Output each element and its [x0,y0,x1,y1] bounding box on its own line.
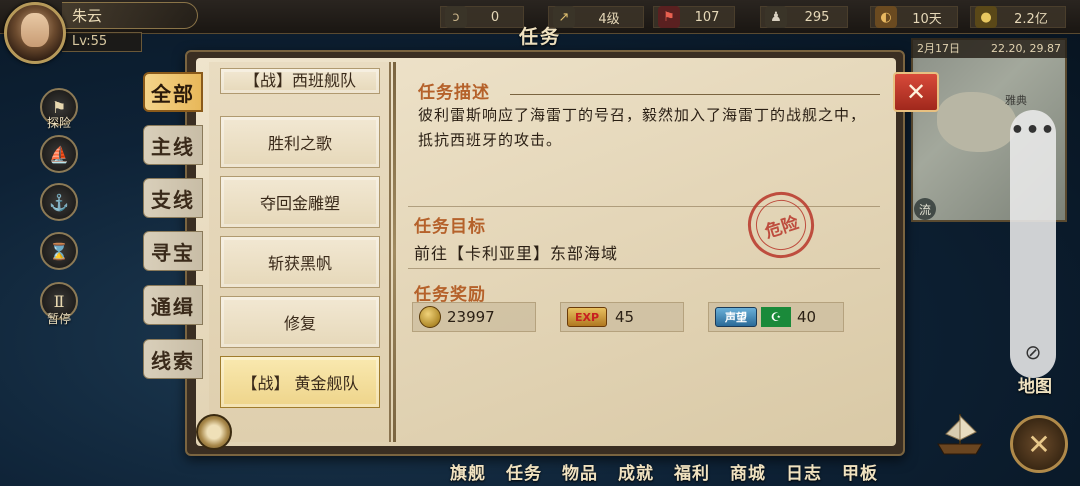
resource-gold: ● 2.2亿 [970,6,1066,28]
crossed-swords-icon: ✕ [1027,427,1051,461]
floating-side-panel[interactable] [1010,110,1056,378]
tab-main[interactable]: 主线 [143,125,203,165]
sailor-icon: ♟ [765,6,787,28]
map-button[interactable]: 地图 [1018,372,1052,397]
quest-item-label: 【战】 黄金舰队 [241,374,359,393]
pause-icon: Ⅱ [53,291,65,311]
divider [510,94,880,95]
resource-crew: ⚑ 107 [653,6,735,28]
quest-item-label: 胜利之歌 [267,134,332,153]
tab-all[interactable]: 全部 [143,72,203,112]
crossed-swords-button[interactable]: ✕ [1010,415,1068,473]
resource-food: ◐ 10天 [870,6,958,28]
fleet-button[interactable]: ⛵ [40,135,78,173]
hide-icon[interactable]: ⊘ [1018,340,1048,370]
crew-icon: ⚑ [658,6,680,28]
reward-exp-value: 45 [615,308,635,326]
current-flow-icon[interactable]: 流 [914,198,936,220]
player-name: 朱云 [72,7,103,25]
reward-exp: EXP 45 [560,302,684,332]
resource-value: 10天 [912,11,942,27]
quest-item-selected[interactable]: 【战】 黄金舰队 [220,356,380,408]
quest-description: 彼利雷斯响应了海雷丁的号召，毅然加入了海雷丁的战舰之中，抵抗西班牙的攻击。 [418,106,867,149]
quest-item[interactable]: 修复 [220,296,380,348]
sail-icon: ⛵ [49,144,69,164]
more-icon[interactable]: ••• [1010,118,1056,143]
nav-deck[interactable]: 甲板 [832,459,888,484]
quest-item[interactable]: 胜利之歌 [220,116,380,168]
resource-value: 107 [694,9,720,25]
nav-items[interactable]: 物品 [552,459,608,484]
nav-shop[interactable]: 商城 [720,459,776,484]
quest-item[interactable]: 【战】西班舰队 [220,68,380,94]
food-icon: ◐ [875,6,897,28]
reward-fame-value: 40 [797,308,817,326]
explore-label: 探险 [46,116,71,130]
close-icon: ✕ [905,78,927,106]
ship-coordinates: 22.20, 29.87 [991,41,1061,55]
game-date: 2月17日 [917,42,960,55]
tab-treasure[interactable]: 寻宝 [143,231,203,271]
player-avatar[interactable] [4,2,66,64]
time-button[interactable]: ⌛ [40,232,78,270]
panel-divider [393,62,396,442]
quest-goal: 前往【卡利亚里】东部海域 [414,244,619,263]
nav-log[interactable]: 日志 [776,459,832,484]
resource-value: 295 [804,9,830,25]
reward-gold-value: 23997 [447,308,495,326]
gold-coin-icon [419,306,441,328]
hourglass-icon: ⌛ [49,241,69,261]
quest-item-label: 夺回金雕塑 [259,194,340,213]
reward-gold: 23997 [412,302,536,332]
pause-label: 暂停 [46,312,71,326]
tab-side[interactable]: 支线 [143,178,203,218]
description-title: 任务描述 [418,83,490,103]
quest-item[interactable]: 夺回金雕塑 [220,176,380,228]
ship-icon[interactable] [932,410,988,458]
gold-icon: ● [975,6,997,28]
quest-item-label: 修复 [283,314,316,333]
strength-icon: ↄ [445,6,467,28]
anchor-button[interactable]: ⚓ [40,183,78,221]
nav-welfare[interactable]: 福利 [664,459,720,484]
quest-item-label: 【战】西班舰队 [243,71,356,90]
player-level: Lv:55 [72,34,108,49]
tab-wanted[interactable]: 通缉 [143,285,203,325]
tab-clues[interactable]: 线索 [143,339,203,379]
resource-value: 2.2亿 [1014,11,1048,27]
resource-value: 4级 [598,11,620,27]
exp-icon: EXP [567,307,607,327]
quest-item-label: 斩获黑帆 [267,254,332,273]
nav-quests[interactable]: 任务 [496,459,552,484]
ottoman-flag-icon: ☪ [761,307,791,327]
bottom-nav: 旗舰 任务 物品 成就 福利 商城 日志 甲板 [440,456,1000,486]
nav-achievements[interactable]: 成就 [608,459,664,484]
resource-sailors: ♟ 295 [760,6,848,28]
compass-icon [196,414,232,450]
minimap-header: 2月17日 22.20, 29.87 [911,38,1067,58]
close-button[interactable]: ✕ [893,72,939,112]
goal-title: 任务目标 [414,217,486,237]
anchor-icon: ⚓ [49,192,69,212]
divider [408,268,880,269]
minimap-place: 雅典 [1005,94,1027,107]
fame-icon: 声望 [715,307,757,327]
danger-stamp-text: 危险 [762,212,802,243]
quest-item[interactable]: 斩获黑帆 [220,236,380,288]
window-title: 任务 [518,26,561,48]
nav-flagship[interactable]: 旗舰 [440,459,496,484]
reward-fame: 声望 ☪ 40 [708,302,844,332]
